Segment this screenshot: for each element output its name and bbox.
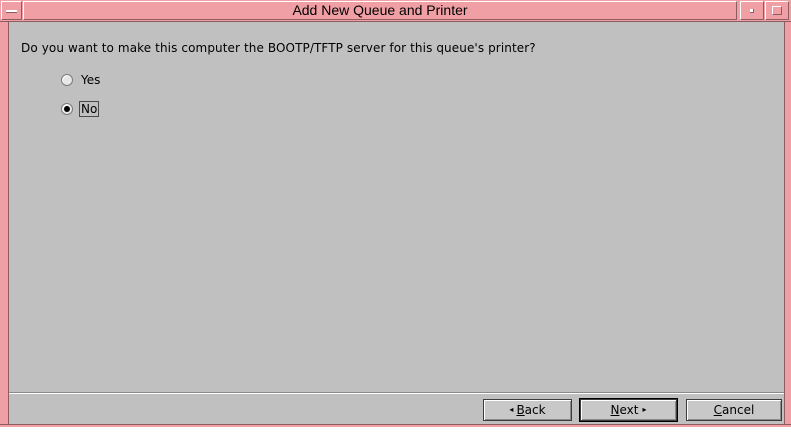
radio-button-yes[interactable] xyxy=(61,74,73,86)
maximize-icon xyxy=(772,6,782,15)
dialog-window: Add New Queue and Printer Do you want to… xyxy=(0,0,791,433)
back-label: ack xyxy=(524,403,546,417)
minimize-button[interactable] xyxy=(740,1,764,20)
title-bar[interactable]: Add New Queue and Printer xyxy=(0,0,791,22)
next-button[interactable]: Next ▸ xyxy=(579,398,678,422)
radio-option-no[interactable]: No xyxy=(61,100,100,118)
window-title: Add New Queue and Printer xyxy=(292,2,468,18)
cancel-mnemonic: C xyxy=(713,403,723,417)
window-menu-button[interactable] xyxy=(1,1,22,20)
next-label: ext xyxy=(619,403,639,417)
window-frame-left[interactable] xyxy=(0,22,9,425)
question-text: Do you want to make this computer the BO… xyxy=(21,41,536,55)
back-arrow-icon: ◂ xyxy=(509,405,514,414)
back-mnemonic: B xyxy=(516,403,525,417)
window-frame-right[interactable] xyxy=(784,22,791,425)
window-menu-icon xyxy=(6,10,17,13)
radio-label-no[interactable]: No xyxy=(79,101,100,117)
next-mnemonic: N xyxy=(610,403,620,417)
radio-button-no[interactable] xyxy=(61,103,73,115)
window-frame-bottom[interactable] xyxy=(0,424,791,427)
radio-option-yes[interactable]: Yes xyxy=(61,71,102,89)
maximize-button[interactable] xyxy=(765,1,789,20)
back-button[interactable]: ◂ Back xyxy=(483,399,572,421)
next-arrow-icon: ▸ xyxy=(642,405,647,414)
cancel-label: ancel xyxy=(722,403,755,417)
dialog-content xyxy=(9,22,784,424)
cancel-button[interactable]: Cancel xyxy=(686,399,782,421)
minimize-icon xyxy=(750,9,754,13)
radio-label-yes[interactable]: Yes xyxy=(79,72,102,88)
